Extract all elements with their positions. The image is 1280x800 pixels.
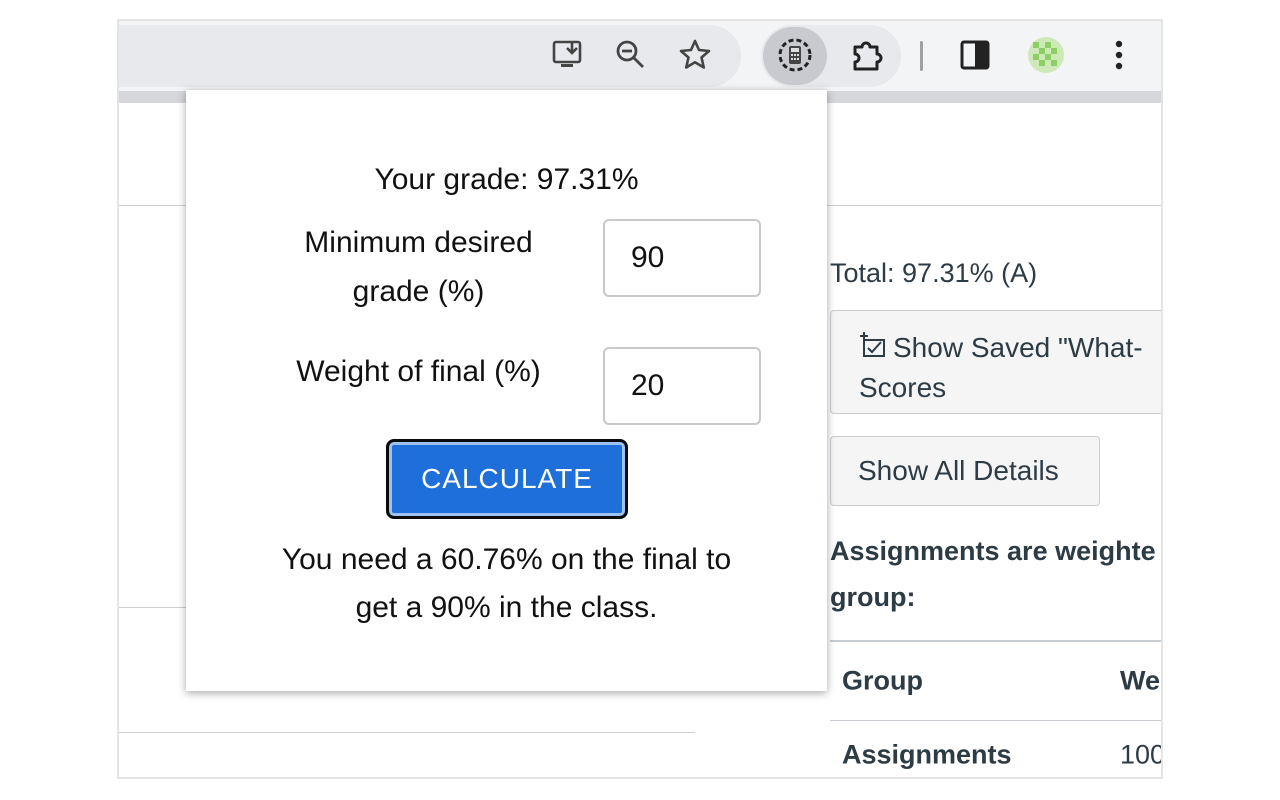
min-grade-label: Minimum desired grade (%) — [276, 218, 561, 316]
browser-toolbar — [119, 21, 1161, 103]
min-grade-input[interactable] — [603, 219, 761, 297]
more-menu-icon[interactable] — [1099, 35, 1139, 75]
weighted-note: Assignments are weighte group: — [830, 528, 1156, 620]
total-grade: Total: 97.31% (A) — [830, 258, 1038, 288]
what-if-icon — [859, 330, 889, 369]
show-saved-label-2: Scores — [859, 372, 947, 404]
divider-line — [119, 607, 189, 608]
table-header-row: Group We — [830, 640, 1161, 721]
column-header-group: Group — [842, 665, 923, 696]
show-saved-label: Show Saved "What- — [893, 332, 1143, 363]
current-grade: Your grade: 97.31% — [374, 163, 639, 196]
result-text: You need a 60.76% on the final to get a … — [186, 536, 827, 632]
weight-label: Weight of final (%) — [296, 355, 541, 388]
final-weight-input[interactable] — [603, 347, 761, 425]
min-grade-label-line1: Minimum desired — [304, 226, 533, 259]
divider-line — [119, 732, 695, 733]
calculator-extension-icon[interactable] — [775, 35, 815, 75]
puzzle-extensions-icon[interactable] — [847, 35, 887, 75]
grade-calculator-popup: Your grade: 97.31% Minimum desired grade… — [186, 90, 827, 691]
result-line1: You need a 60.76% on the final to — [281, 543, 732, 576]
bookmark-star-icon[interactable] — [675, 35, 715, 75]
show-saved-what-if-button[interactable]: Show Saved "What- Scores — [830, 310, 1161, 414]
result-line2: get a 90% in the class. — [355, 591, 658, 624]
side-panel-icon[interactable] — [955, 35, 995, 75]
install-icon[interactable] — [549, 35, 589, 75]
toolbar-separator — [920, 41, 923, 71]
calculate-button[interactable]: CALCULATE — [386, 439, 628, 519]
min-grade-label-line2: grade (%) — [352, 275, 485, 308]
table-cell-weight: 100 — [1120, 739, 1163, 770]
weights-table: Group We Assignments 100 — [830, 640, 1163, 777]
column-header-weight: We — [1120, 665, 1161, 696]
zoom-out-icon[interactable] — [611, 35, 651, 75]
show-all-details-button[interactable]: Show All Details — [830, 436, 1100, 506]
weighted-note-line2: group: — [830, 582, 916, 612]
profile-avatar-icon[interactable] — [1026, 35, 1066, 75]
table-cell-group: Assignments — [842, 739, 1012, 770]
weighted-note-line1: Assignments are weighte — [830, 536, 1156, 566]
table-row: Assignments 100 — [830, 721, 1163, 777]
